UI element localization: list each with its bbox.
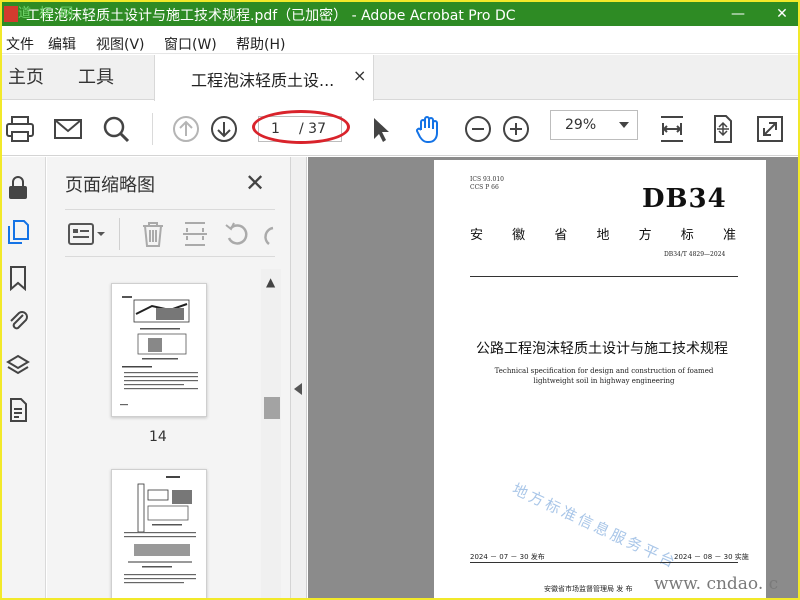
tab-bar: 主页 工具 工程泡沫轻质土设... × bbox=[2, 55, 798, 101]
zoom-out-icon[interactable] bbox=[462, 113, 494, 145]
search-icon[interactable] bbox=[100, 113, 132, 145]
fit-page-icon[interactable] bbox=[706, 113, 738, 145]
thumbnail-page-number: 14 bbox=[149, 429, 167, 445]
tab-home[interactable]: 主页 bbox=[8, 55, 44, 100]
attachment-icon[interactable] bbox=[6, 307, 30, 333]
panel-close-button[interactable]: ✕ bbox=[245, 169, 265, 197]
left-navigation-rail bbox=[2, 157, 46, 598]
document-tab-label: 工程泡沫轻质土设... bbox=[191, 71, 335, 90]
english-title: Technical specification for design and c… bbox=[494, 367, 714, 385]
delete-page-icon[interactable] bbox=[139, 220, 167, 248]
zoom-in-icon[interactable] bbox=[500, 113, 532, 145]
site-watermark-url: www. cndao. c bbox=[654, 574, 779, 594]
site-watermark-top: 道 标 网 bbox=[18, 6, 76, 21]
pdf-page: ICS 93.010 CCS P 66 DB34 安 徽 省 地 方 标 准 D… bbox=[434, 160, 766, 598]
issuing-authority: 安徽省市场监督管理局 发 布 bbox=[544, 585, 633, 593]
page-thumbnail-14[interactable] bbox=[111, 283, 207, 417]
bookmark-icon[interactable] bbox=[6, 265, 30, 292]
previous-page-icon[interactable] bbox=[170, 113, 202, 145]
acrobat-app-icon bbox=[4, 6, 18, 22]
panel-toolbar bbox=[65, 209, 275, 257]
heading-char: 准 bbox=[722, 228, 736, 243]
options-menu-icon[interactable] bbox=[67, 222, 107, 246]
panel-toolbar-divider bbox=[119, 218, 120, 250]
page-thumbnail-15[interactable] bbox=[111, 469, 207, 598]
fit-width-icon[interactable] bbox=[656, 113, 688, 145]
toolbar: 1 / 37 bbox=[2, 101, 798, 156]
heading-char: 地 bbox=[596, 228, 610, 243]
collapse-arrow-icon bbox=[294, 383, 302, 395]
standard-code: DB34 bbox=[642, 184, 727, 214]
select-cursor-icon[interactable] bbox=[364, 113, 396, 145]
layers-icon[interactable] bbox=[6, 353, 30, 379]
menu-view[interactable]: 视图(V) bbox=[96, 34, 145, 54]
menu-file[interactable]: 文件 bbox=[6, 34, 34, 54]
tab-tools[interactable]: 工具 bbox=[78, 55, 114, 100]
heading-char: 徽 bbox=[512, 228, 526, 243]
menu-help[interactable]: 帮助(H) bbox=[236, 34, 285, 54]
page-thumbnails-icon[interactable] bbox=[6, 219, 30, 245]
tab-document[interactable]: 工程泡沫轻质土设... × bbox=[154, 55, 374, 101]
ics-code: ICS 93.010 bbox=[470, 176, 504, 183]
thumbnails-panel: 页面缩略图 ✕ 14 ▲ bbox=[47, 157, 291, 598]
heading-char: 方 bbox=[638, 228, 652, 243]
thumbnail-list: 14 bbox=[65, 269, 261, 598]
menu-window[interactable]: 窗口(W) bbox=[164, 34, 217, 54]
close-tab-button[interactable]: × bbox=[353, 66, 366, 85]
print-icon[interactable] bbox=[4, 113, 36, 145]
panel-collapse-handle[interactable] bbox=[291, 157, 307, 598]
footer-rule bbox=[470, 562, 738, 563]
next-page-icon[interactable] bbox=[208, 113, 240, 145]
standard-number: DB34/T 4829—2024 bbox=[664, 251, 726, 258]
rotate-clockwise-icon[interactable] bbox=[261, 220, 277, 248]
minimize-button[interactable]: — bbox=[718, 2, 758, 26]
thumbnail-content bbox=[124, 476, 196, 584]
chinese-title: 公路工程泡沫轻质土设计与施工技术规程 bbox=[476, 341, 728, 357]
hand-tool-icon[interactable] bbox=[412, 113, 444, 145]
zoom-value: 29% bbox=[565, 117, 597, 133]
content-icon[interactable] bbox=[6, 397, 30, 423]
ccs-code: CCS P 66 bbox=[470, 184, 499, 191]
province-standard-heading: 安 徽 省 地 方 标 准 bbox=[470, 224, 736, 243]
lock-icon[interactable] bbox=[6, 175, 30, 201]
thumbnail-content bbox=[120, 296, 198, 406]
heading-char: 省 bbox=[554, 228, 568, 243]
extract-page-icon[interactable] bbox=[181, 220, 209, 248]
header-rule bbox=[470, 276, 738, 277]
scrollbar-thumb[interactable] bbox=[264, 397, 280, 419]
panel-title: 页面缩略图 bbox=[65, 175, 155, 196]
implement-date: 2024 － 08 － 30 实施 bbox=[674, 553, 749, 561]
rotate-counterclockwise-icon[interactable] bbox=[223, 220, 251, 248]
menu-edit[interactable]: 编辑 bbox=[48, 34, 76, 54]
publish-date: 2024 － 07 － 30 发布 bbox=[470, 553, 545, 561]
heading-char: 安 bbox=[470, 228, 484, 243]
title-bar: 工程泡沫轻质土设计与施工技术规程.pdf（已加密） - Adobe Acroba… bbox=[2, 2, 798, 26]
scroll-up-icon[interactable]: ▲ bbox=[266, 275, 275, 289]
toolbar-divider bbox=[152, 113, 153, 145]
email-icon[interactable] bbox=[52, 113, 84, 145]
thumbnail-scrollbar[interactable]: ▲ bbox=[261, 269, 281, 598]
app-window: 工程泡沫轻质土设计与施工技术规程.pdf（已加密） - Adobe Acroba… bbox=[0, 0, 800, 600]
heading-char: 标 bbox=[680, 228, 694, 243]
highlight-ellipse bbox=[252, 110, 350, 144]
close-window-button[interactable]: ✕ bbox=[762, 2, 798, 26]
full-screen-icon[interactable] bbox=[754, 113, 786, 145]
chevron-down-icon bbox=[619, 122, 629, 128]
menu-bar: 文件 编辑 视图(V) 窗口(W) 帮助(H) bbox=[2, 28, 798, 54]
zoom-level-select[interactable]: 29% bbox=[550, 110, 638, 140]
window-title: 工程泡沫轻质土设计与施工技术规程.pdf（已加密） - Adobe Acroba… bbox=[26, 8, 516, 24]
document-view[interactable]: ICS 93.010 CCS P 66 DB34 安 徽 省 地 方 标 准 D… bbox=[308, 157, 798, 598]
